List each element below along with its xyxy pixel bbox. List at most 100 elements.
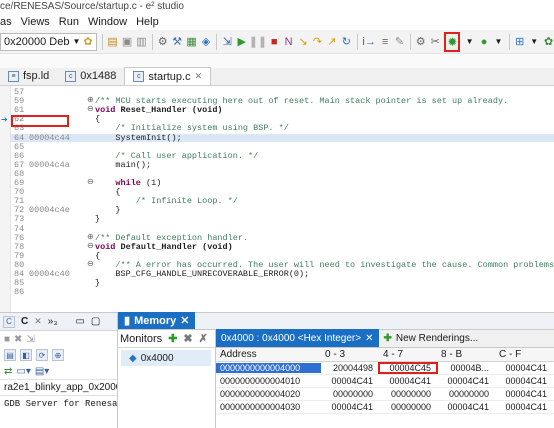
code-line[interactable]: 66 /* Call user application. */ <box>11 151 554 160</box>
code-line[interactable]: 79 { <box>11 252 554 261</box>
code-line[interactable]: 69 ⊖ while (1) <box>11 179 554 188</box>
table-row[interactable]: 0000000000004010 00004C41 00004C41 00004… <box>216 375 554 388</box>
collapse-icon[interactable]: ⇲ <box>26 334 34 345</box>
build-all-icon[interactable]: ▦ <box>186 35 196 49</box>
restart-icon[interactable]: ↻ <box>341 35 351 49</box>
terminate-icon[interactable]: ■ <box>269 35 279 49</box>
memory-cell-highlighted[interactable]: 00004C45 <box>378 362 438 374</box>
address-cell[interactable]: 0000000000004000 <box>216 363 321 373</box>
code-line[interactable]: 74 <box>11 224 554 233</box>
tab-fsp-ld[interactable]: ≡ fsp.ld <box>0 67 57 85</box>
memory-cell[interactable]: 00004C41 <box>321 402 379 412</box>
skip-breakpoints-icon[interactable]: ⇲ <box>222 35 232 49</box>
collapse-fold-icon[interactable]: ⊖ <box>87 179 94 187</box>
debug-button[interactable]: ✹ <box>444 31 461 52</box>
code-line[interactable]: 72 00004c4e } <box>11 206 554 215</box>
external-tools-icon[interactable]: ⊞ <box>514 35 524 49</box>
remove-all-icon[interactable]: ✖ <box>14 334 22 345</box>
step-return-icon[interactable]: ↗ <box>327 35 337 49</box>
tab-0x1488[interactable]: c 0x1488 <box>57 67 124 85</box>
table-row[interactable]: 0000000000004020 00000000 00000000 00000… <box>216 388 554 401</box>
code-line[interactable]: 76 ⊕/** Default exception handler. <box>11 233 554 242</box>
expand-fold-icon[interactable]: ⊕ <box>87 97 94 105</box>
debug-session-item[interactable]: ra2e1_blinky_app_0x20000 De <box>0 379 117 395</box>
build-hammer-icon[interactable]: ⚒ <box>172 35 182 49</box>
code-line[interactable]: 57 <box>11 88 554 97</box>
tab-new-renderings[interactable]: ✚ New Renderings... <box>379 329 484 347</box>
debug-tool-icon-4[interactable]: ⊕ <box>52 349 64 361</box>
tab-memory[interactable]: ▮ Memory ✕ <box>118 312 196 329</box>
close-icon[interactable]: ✕ <box>195 71 203 82</box>
code-line[interactable]: 80 ⊖ /** A error has occurred. The user w… <box>11 260 554 269</box>
connect-icon[interactable]: ⇄ <box>4 366 12 377</box>
suspend-icon[interactable]: ❚❚ <box>249 35 267 49</box>
step-into-icon[interactable]: ↘ <box>298 35 308 49</box>
address-cell[interactable]: 0000000000004030 <box>216 402 321 412</box>
resume-icon[interactable]: ▶ <box>236 35 246 49</box>
remove-all-monitors-icon[interactable]: ✗ <box>199 332 208 345</box>
save-all-icon[interactable]: ▥ <box>136 35 146 49</box>
instruction-step-icon[interactable]: i→ <box>362 35 375 49</box>
code-line[interactable]: 62{ <box>11 115 554 124</box>
memory-cell[interactable]: 00004C41 <box>495 389 553 399</box>
memory-cell[interactable]: 00004C41 <box>437 402 495 412</box>
code-line[interactable]: 71 /* Infinite Loop. */ <box>11 197 554 206</box>
gdb-server-item[interactable]: GDB Server for Renesas <box>0 395 117 411</box>
menu-item-help[interactable]: Help <box>136 16 159 28</box>
tab-c[interactable]: C <box>21 316 28 327</box>
external-tools-dropdown-icon[interactable]: ▼ <box>529 35 539 49</box>
launch-configuration-select[interactable]: 0x20000 Deb ▼ ✿ <box>0 32 97 51</box>
code-line[interactable]: 84 00004c40 BSP_CFG_HANDLE_UNRECOVERABLE_… <box>11 270 554 279</box>
plugin-icon[interactable]: ✿ <box>543 35 553 49</box>
code-editor[interactable]: 57 59 ⊕/** MCU starts executing here out o… <box>0 86 554 312</box>
address-cell[interactable]: 0000000000004020 <box>216 389 321 399</box>
maximize-icon[interactable]: ▢ <box>91 316 100 327</box>
memory-cell[interactable]: 00004C41 <box>379 376 437 386</box>
code-line[interactable]: 61 ⊖ void Reset_Handler (void) <box>11 106 554 115</box>
tab-rendering-hex[interactable]: 0x4000 : 0x4000 <Hex Integer> ✕ <box>216 329 379 347</box>
code-line[interactable]: 85} <box>11 279 554 288</box>
collapse-fold-icon[interactable]: ⊖ <box>87 260 94 269</box>
memory-cell[interactable]: 00004C41 <box>495 376 553 386</box>
code-line[interactable]: 59 ⊕/** MCU starts executing here out of … <box>11 97 554 106</box>
menu-item-file-partial[interactable]: as <box>0 16 12 28</box>
table-row[interactable]: 0000000000004000 20004498 00004C45 00004… <box>216 362 554 375</box>
code-line[interactable]: 78 ⊖ void Default_Handler (void) <box>11 242 554 251</box>
memory-cell[interactable]: 00000000 <box>379 402 437 412</box>
code-line[interactable]: 63 /* Initialize system using BSP. */ <box>11 124 554 133</box>
new-file-icon[interactable]: ▤ <box>107 35 117 49</box>
close-icon[interactable]: ✕ <box>180 314 189 327</box>
config-icon[interactable]: ⚙ <box>416 35 426 49</box>
memory-cell[interactable]: 00004C41 <box>495 363 553 373</box>
code-line[interactable]: 73} <box>11 215 554 224</box>
memory-cell[interactable]: 00004C41 <box>437 376 495 386</box>
memory-cell[interactable]: 00000000 <box>379 389 437 399</box>
monitor-item[interactable]: ◆ 0x4000 <box>121 350 211 366</box>
remove-icon[interactable]: ■ <box>4 334 10 345</box>
expand-fold-icon[interactable]: ⊕ <box>87 233 94 242</box>
edit-icon[interactable]: ✎ <box>394 35 404 49</box>
menu-item-run[interactable]: Run <box>59 16 79 28</box>
address-cell[interactable]: 0000000000004010 <box>216 376 321 386</box>
new-view-icon[interactable]: ▤▾ <box>35 366 49 377</box>
code-line[interactable]: 86 <box>11 288 554 297</box>
run-icon[interactable]: ● <box>479 35 489 49</box>
collapse-fold-icon[interactable]: ⊖ <box>87 242 94 251</box>
memory-cell[interactable]: 00004B... <box>437 363 495 373</box>
gear-icon[interactable]: ✿ <box>83 35 92 48</box>
step-over-icon[interactable]: ↷ <box>312 35 322 49</box>
memory-cell[interactable]: 00004C41 <box>495 402 553 412</box>
project-icon[interactable]: ◈ <box>201 35 211 49</box>
memory-cell[interactable]: 00000000 <box>321 389 379 399</box>
code-line[interactable]: 68 <box>11 170 554 179</box>
table-row[interactable]: 0000000000004030 00004C41 00000000 00004… <box>216 401 554 414</box>
debug-tool-icon-3[interactable]: ⟳ <box>36 349 48 361</box>
tab-startup-c[interactable]: c startup.c ✕ <box>124 67 212 85</box>
layout-icon[interactable]: ≡ <box>380 35 390 49</box>
settings-icon[interactable]: ⚙ <box>157 35 168 49</box>
minimize-icon[interactable]: ▭ <box>75 316 84 327</box>
collapse-fold-icon[interactable]: ⊖ <box>87 106 94 114</box>
debug-tool-icon-1[interactable]: ▤ <box>4 349 16 361</box>
memory-cell[interactable]: 20004498 <box>321 363 379 373</box>
debug-tool-icon-2[interactable]: ◧ <box>20 349 32 361</box>
